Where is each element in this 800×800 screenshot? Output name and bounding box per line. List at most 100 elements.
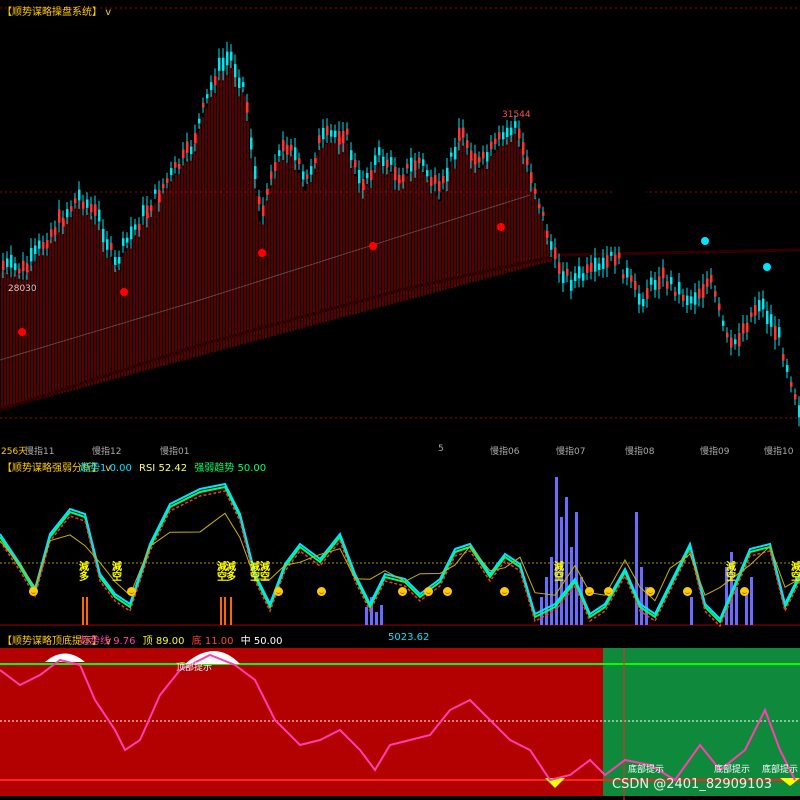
legend-name: 趋势线 bbox=[80, 636, 110, 647]
histogram-bar bbox=[380, 605, 383, 625]
strength-trend-line bbox=[0, 485, 800, 624]
candle-body bbox=[710, 274, 713, 283]
center-value: 5023.62 bbox=[388, 632, 430, 643]
smile-icon bbox=[500, 587, 509, 596]
candle-body bbox=[750, 312, 753, 318]
bearish-zone bbox=[0, 648, 603, 796]
strength-chart[interactable] bbox=[0, 457, 800, 627]
candle-body bbox=[722, 320, 725, 326]
candle-body bbox=[370, 169, 373, 181]
signal-label: 減空 bbox=[554, 562, 564, 583]
time-label: 5 bbox=[438, 444, 444, 454]
candle-body bbox=[586, 264, 589, 273]
candle-body bbox=[770, 314, 773, 327]
candle-body bbox=[346, 128, 349, 135]
legend-name: 底 bbox=[191, 636, 202, 647]
candle-body bbox=[262, 205, 265, 217]
candle-body bbox=[282, 139, 285, 152]
candle-body bbox=[406, 163, 409, 169]
candle-body bbox=[266, 188, 269, 195]
candle-body bbox=[326, 125, 329, 136]
bottom-hint-label: 底部提示 bbox=[714, 765, 751, 775]
smile-icon bbox=[317, 587, 326, 596]
candle-body bbox=[190, 146, 193, 155]
candle-body bbox=[10, 254, 13, 268]
smile-icon bbox=[604, 587, 613, 596]
candle-body bbox=[526, 156, 529, 166]
signal-spike bbox=[220, 597, 222, 625]
signal-chart[interactable] bbox=[0, 630, 800, 800]
candle-body bbox=[310, 166, 313, 175]
smile-icon bbox=[398, 587, 407, 596]
smile-icon bbox=[424, 587, 433, 596]
histogram-bar bbox=[750, 577, 753, 625]
candle-body bbox=[6, 258, 9, 268]
candle-body bbox=[562, 271, 565, 284]
candle-body bbox=[58, 209, 61, 223]
main-chart-pane[interactable]: 【顺势谋略操盘系统】 v 31544 28030 bbox=[0, 0, 800, 443]
time-label: 慢指08 bbox=[625, 447, 655, 457]
candle-body bbox=[714, 291, 717, 297]
candle-body bbox=[94, 204, 97, 216]
candle-body bbox=[246, 102, 249, 113]
candle-body bbox=[30, 248, 33, 262]
smile-icon bbox=[683, 587, 692, 596]
candle-body bbox=[590, 262, 593, 272]
main-pane-title[interactable]: 【顺势谋略操盘系统】 v bbox=[2, 3, 111, 18]
candle-body bbox=[366, 173, 369, 179]
candle-body bbox=[426, 170, 429, 177]
legend-value: 89.00 bbox=[155, 636, 185, 647]
strength-pane[interactable]: 【顺势谋略强弱分析】 v 趋势1 0.00 RSI 52.42 强弱趋势 50.… bbox=[0, 457, 800, 627]
candle-body bbox=[334, 130, 337, 138]
candle-body bbox=[410, 157, 413, 172]
candle-body bbox=[490, 141, 493, 150]
candle-body bbox=[706, 278, 709, 287]
top-hint-label: 顶部提示 bbox=[176, 663, 213, 673]
candle-body bbox=[390, 157, 393, 165]
candle-body bbox=[338, 131, 341, 145]
candle-body bbox=[534, 188, 537, 194]
candle-body bbox=[306, 174, 309, 179]
main-pane-title-text: 【顺势谋略操盘系统】 bbox=[2, 7, 102, 18]
candle-body bbox=[226, 51, 229, 66]
candle-body bbox=[46, 239, 49, 249]
candle-body bbox=[786, 365, 789, 372]
candle-body bbox=[670, 277, 673, 285]
bottom-hint-label: 底部提示 bbox=[628, 765, 665, 775]
candle-body bbox=[654, 279, 657, 290]
chevron-down-icon[interactable]: v bbox=[105, 7, 111, 18]
candle-body bbox=[362, 179, 365, 191]
top-bottom-signal-pane[interactable]: 【顺势谋略顶底提示】 v 趋势线 9.76 顶 89.00 底 11.00 中 … bbox=[0, 630, 800, 800]
candle-body bbox=[454, 146, 457, 160]
strength-legend: 趋势1 0.00 RSI 52.42 强弱趋势 50.00 bbox=[80, 459, 266, 474]
candle-body bbox=[438, 181, 441, 192]
candle-body bbox=[738, 332, 741, 347]
candle-body bbox=[50, 229, 53, 237]
candle-body bbox=[154, 189, 157, 194]
candle-body bbox=[502, 132, 505, 140]
candle-body bbox=[26, 263, 29, 273]
signal-spike bbox=[86, 597, 88, 625]
candle-body bbox=[134, 224, 137, 230]
candle-body bbox=[494, 138, 497, 144]
histogram-bar bbox=[565, 497, 568, 625]
candle-body bbox=[538, 203, 541, 209]
legend-name: RSI bbox=[139, 463, 156, 474]
candle-body bbox=[550, 241, 553, 250]
red-dash-line bbox=[0, 490, 800, 627]
candle-body bbox=[82, 201, 85, 209]
candle-body bbox=[322, 127, 325, 140]
candle-body bbox=[218, 57, 221, 71]
buy-dot bbox=[763, 263, 771, 271]
candle-body bbox=[186, 141, 189, 153]
candle-body bbox=[758, 300, 761, 312]
price-chart[interactable] bbox=[0, 0, 800, 443]
candle-body bbox=[294, 147, 297, 161]
legend-value: 50.00 bbox=[237, 463, 267, 474]
candle-body bbox=[382, 156, 385, 167]
trend1-line bbox=[0, 482, 800, 621]
candle-body bbox=[90, 203, 93, 213]
candle-body bbox=[78, 189, 81, 201]
candle-body bbox=[794, 394, 797, 400]
signal-label: 減空 bbox=[112, 562, 122, 583]
